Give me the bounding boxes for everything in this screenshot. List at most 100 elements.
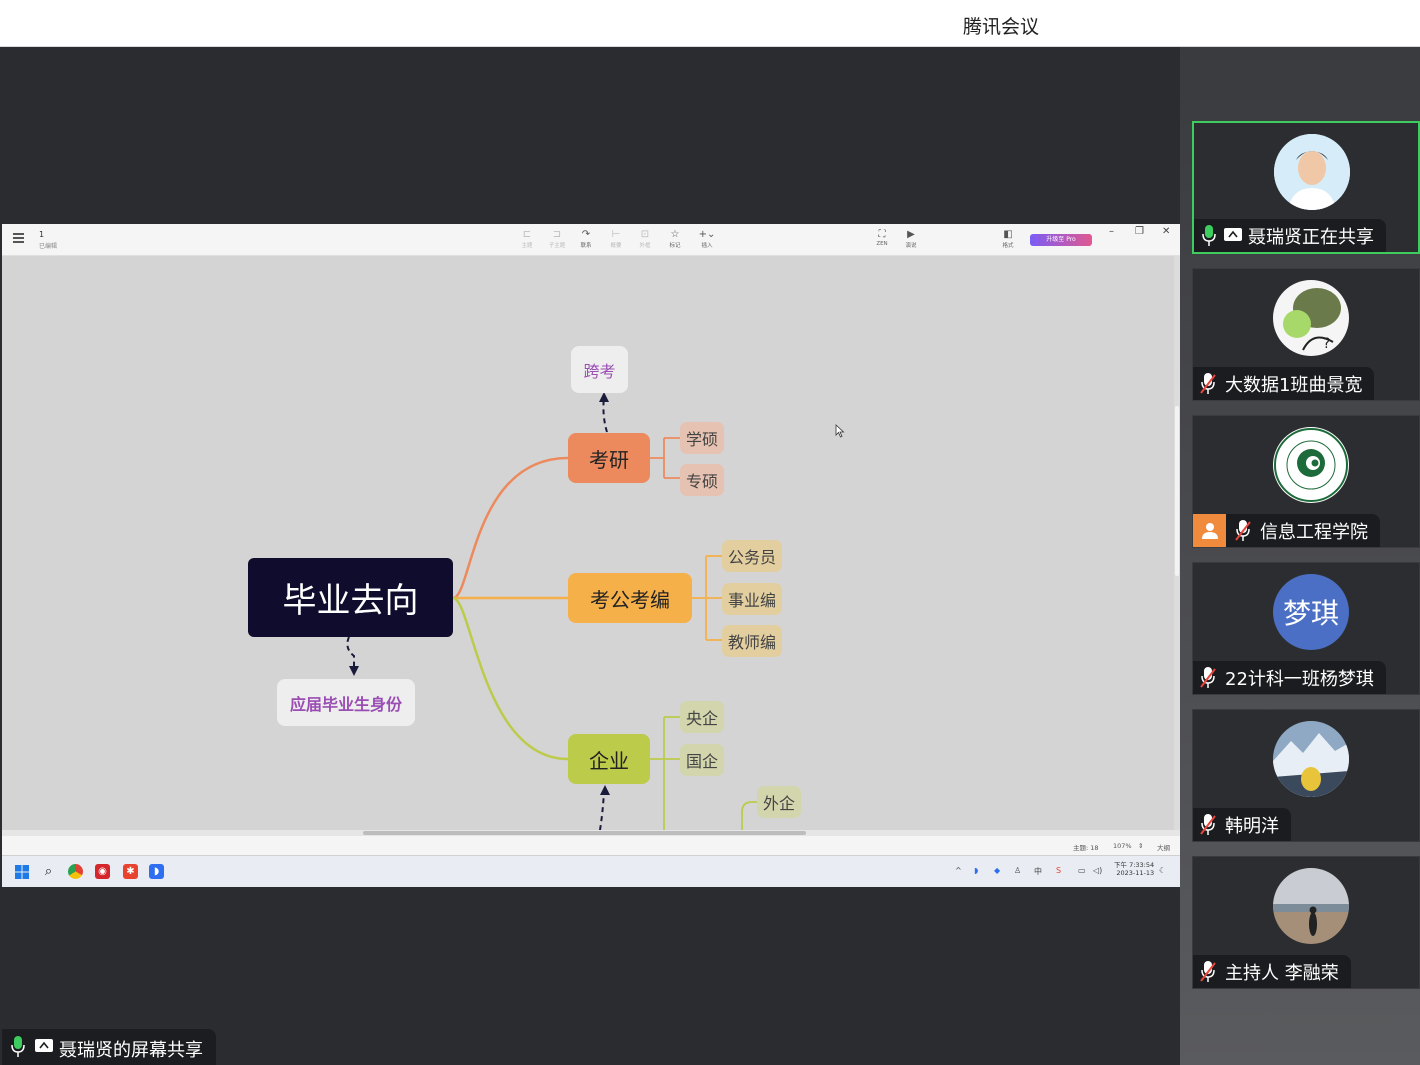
windows-taskbar: ⌕ ◉ ✱ ◗ ^ ◗ ◆ ♙ 中 S ▭ ◁) 下午 7:33:54 2023… <box>2 855 1180 887</box>
svg-text:?: ? <box>1323 336 1330 352</box>
mic-muted-icon <box>1200 372 1216 394</box>
shared-screen: 1 已编辑 ⊏ 主题 ⊐ 子主题 ↷ 联系 ⊢ 概要 ⊡ 外框 ☆ 标记 +⌄ … <box>2 224 1180 887</box>
summary-icon: ⊢ <box>611 229 621 240</box>
present-icon: ▶ <box>907 229 915 240</box>
subtopic-icon: ⊐ <box>552 229 562 240</box>
participant-name: 韩明洋 <box>1225 815 1279 837</box>
windows-start-icon[interactable] <box>15 865 29 879</box>
minimize-icon[interactable]: – <box>1109 226 1114 237</box>
mouse-cursor-icon <box>835 424 845 438</box>
title-bar: 腾讯会议 <box>0 0 1420 47</box>
zoom-level[interactable]: 107% <box>1113 842 1132 850</box>
tray-sogou-icon[interactable]: S <box>1056 866 1061 875</box>
avatar <box>1273 721 1349 797</box>
mindmap-leaf[interactable]: 事业编 <box>722 583 783 615</box>
participant-name: 大数据1班曲景宽 <box>1225 374 1363 396</box>
participant-nameplate: 大数据1班曲景宽 <box>1193 367 1375 400</box>
zen-icon: ⛶ <box>878 229 886 240</box>
avatar <box>1273 868 1349 944</box>
mindmap-leaf[interactable]: 专硕 <box>680 464 725 496</box>
tencent-meeting-icon[interactable]: ◗ <box>149 864 164 879</box>
hamburger-menu-icon[interactable] <box>13 233 24 243</box>
participant-nameplate: 主持人 李融荣 <box>1193 955 1351 988</box>
xmind-icon[interactable]: ✱ <box>123 864 138 879</box>
avatar <box>1274 134 1350 210</box>
tray-meeting-icon[interactable]: ◗ <box>974 866 978 875</box>
avatar: ? <box>1273 280 1349 356</box>
tray-expand-icon[interactable]: ^ <box>955 866 962 875</box>
participant-tile[interactable]: ? 大数据1班曲景宽 <box>1192 268 1420 401</box>
toolbar-subtopic-button[interactable]: ⊐ 子主题 <box>544 229 570 249</box>
participant-nameplate: 韩明洋 <box>1193 808 1291 841</box>
toolbar-present-button[interactable]: ▶ 演说 <box>898 229 924 249</box>
toolbar-relation-button[interactable]: ↷ 联系 <box>573 229 599 249</box>
search-icon[interactable]: ⌕ <box>41 864 56 879</box>
participant-tile[interactable]: 聂瑞贤正在共享 <box>1192 121 1420 254</box>
chrome-icon[interactable] <box>68 864 83 879</box>
tray-network-icon[interactable]: ▭ <box>1078 866 1086 875</box>
mic-muted-icon <box>1235 519 1251 541</box>
mindmap-leaf[interactable]: 央企 <box>680 701 725 733</box>
participant-tile[interactable]: 信息工程学院 <box>1192 415 1420 548</box>
zoom-stepper-icon[interactable]: ⇕ <box>1138 842 1143 850</box>
topic-icon: ⊏ <box>522 229 532 240</box>
mindmap-leaf[interactable]: 教师编 <box>722 625 783 657</box>
boundary-icon: ⊡ <box>640 229 650 240</box>
doc-name: 1 <box>39 230 45 239</box>
mindmap-root-node[interactable]: 毕业去向 <box>248 558 453 637</box>
host-user-icon <box>1193 514 1226 547</box>
mindmap-branch-qiye[interactable]: 企业 <box>568 734 650 784</box>
doc-status: 已编辑 <box>39 243 58 250</box>
mindmap-branch-kaoyan[interactable]: 考研 <box>568 433 650 483</box>
mic-muted-icon <box>1200 813 1216 835</box>
screen-share-icon <box>35 1039 53 1052</box>
relation-icon: ↷ <box>581 229 591 240</box>
star-icon: ☆ <box>670 229 680 240</box>
mindmap-leaf[interactable]: 公务员 <box>722 540 783 572</box>
taskbar-clock[interactable]: 下午 7:33:54 2023-11-13 <box>1114 861 1154 877</box>
toolbar-marker-button[interactable]: ☆ 标记 <box>662 229 688 249</box>
mic-muted-icon <box>1200 666 1216 688</box>
clock-date: 2023-11-13 <box>1116 869 1155 877</box>
mindmap-branch-kaogong[interactable]: 考公考编 <box>568 573 692 623</box>
tray-app-icon[interactable]: ◆ <box>994 866 1000 875</box>
participant-name: 信息工程学院 <box>1260 521 1368 543</box>
notification-icon[interactable]: ☾ <box>1159 866 1166 875</box>
tray-mic-icon[interactable]: ♙ <box>1014 866 1021 875</box>
participant-name: 22计科一班杨梦琪 <box>1225 668 1374 690</box>
toolbar-topic-button[interactable]: ⊏ 主题 <box>514 229 540 249</box>
tray-ime-indicator[interactable]: 中 <box>1034 866 1042 877</box>
toolbar-summary-button[interactable]: ⊢ 概要 <box>603 229 629 249</box>
mindmap-leaf[interactable]: 国企 <box>680 744 725 776</box>
participant-nameplate: 信息工程学院 <box>1193 514 1380 547</box>
avatar <box>1273 427 1349 503</box>
mindmap-branch-kaoyan-note[interactable]: 跨考 <box>571 346 628 393</box>
participant-tile[interactable]: 梦琪 22计科一班杨梦琪 <box>1192 562 1420 695</box>
toolbar-format-button[interactable]: ◧ 格式 <box>995 229 1021 249</box>
tray-volume-icon[interactable]: ◁) <box>1093 866 1102 875</box>
participant-tile[interactable]: 韩明洋 <box>1192 709 1420 842</box>
mic-on-icon <box>11 1036 25 1057</box>
mindmap-toolbar: 1 已编辑 ⊏ 主题 ⊐ 子主题 ↷ 联系 ⊢ 概要 ⊡ 外框 ☆ 标记 +⌄ … <box>2 224 1180 256</box>
format-icon: ◧ <box>1003 229 1013 240</box>
close-icon[interactable]: ✕ <box>1162 226 1170 237</box>
participant-name: 主持人 李融荣 <box>1225 962 1339 984</box>
mindmap-statusbar: 主题: 18 107% ⇕ 大纲 <box>2 836 1180 855</box>
mindmap-leaf[interactable]: 学硕 <box>680 422 725 454</box>
mindmap-root-note[interactable]: 应届毕业生身份 <box>277 679 415 726</box>
mindmap-canvas[interactable]: 毕业去向 应届毕业生身份 考研 跨考 学硕 专硕 考公考编 公务员 事业编 教师… <box>2 256 1180 830</box>
screen-share-label: 聂瑞贤的屏幕共享 <box>2 1029 216 1065</box>
outline-button[interactable]: 大纲 <box>1157 842 1170 852</box>
netease-music-icon[interactable]: ◉ <box>95 864 110 879</box>
restore-icon[interactable]: ❐ <box>1135 226 1144 237</box>
participant-name: 聂瑞贤正在共享 <box>1248 226 1374 248</box>
avatar-text: 梦琪 <box>1273 574 1349 650</box>
app-title: 腾讯会议 <box>963 16 1040 38</box>
upgrade-pro-button[interactable]: 升级至 Pro <box>1030 234 1092 246</box>
toolbar-zen-button[interactable]: ⛶ ZEN <box>869 229 895 247</box>
mindmap-leaf[interactable]: 外企 <box>757 786 802 818</box>
plus-icon: +⌄ <box>698 229 716 240</box>
toolbar-insert-button[interactable]: +⌄ 插入 <box>694 229 720 249</box>
toolbar-boundary-button[interactable]: ⊡ 外框 <box>632 229 658 249</box>
participant-tile[interactable]: 主持人 李融荣 <box>1192 856 1420 989</box>
